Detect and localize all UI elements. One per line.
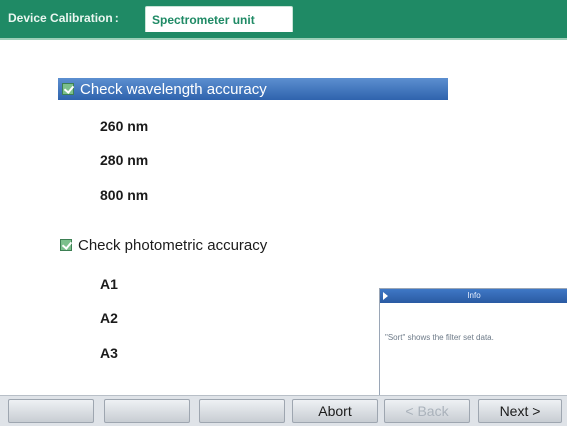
wavelength-item-280: 280 nm: [100, 152, 149, 168]
checkbox-checked-icon[interactable]: [60, 239, 72, 251]
info-popup: Info "Sort" shows the filter set data.: [379, 288, 567, 398]
abort-button[interactable]: Abort: [292, 399, 378, 423]
softkey-3-button[interactable]: [199, 399, 285, 423]
photometric-item-a1: A1: [100, 276, 118, 292]
softkey-1-button[interactable]: [8, 399, 94, 423]
checkbox-checked-icon[interactable]: [62, 83, 74, 95]
breadcrumb-device-calibration: Device Calibration: [8, 11, 119, 25]
option-photometric-accuracy[interactable]: Check photometric accuracy: [58, 236, 418, 256]
softkey-2-button[interactable]: [104, 399, 190, 423]
option-wavelength-accuracy[interactable]: Check wavelength accuracy: [58, 78, 448, 100]
wavelength-item-800: 800 nm: [100, 187, 149, 203]
option-wavelength-label: Check wavelength accuracy: [80, 81, 267, 98]
next-button[interactable]: Next >: [478, 399, 562, 423]
wavelength-item-260: 260 nm: [100, 118, 149, 134]
info-popup-text: "Sort" shows the filter set data.: [385, 333, 494, 342]
option-photometric-label: Check photometric accuracy: [78, 237, 268, 254]
collapse-arrow-icon[interactable]: [383, 292, 388, 300]
tab-spectrometer-unit[interactable]: Spectrometer unit: [145, 6, 293, 32]
title-bar: Device Calibration Spectrometer unit: [0, 0, 567, 40]
photometric-item-a2: A2: [100, 310, 118, 326]
info-popup-title: Info: [380, 289, 567, 303]
back-button[interactable]: < Back: [384, 399, 470, 423]
button-bar: Abort < Back Next >: [0, 395, 567, 426]
photometric-item-a3: A3: [100, 345, 118, 361]
